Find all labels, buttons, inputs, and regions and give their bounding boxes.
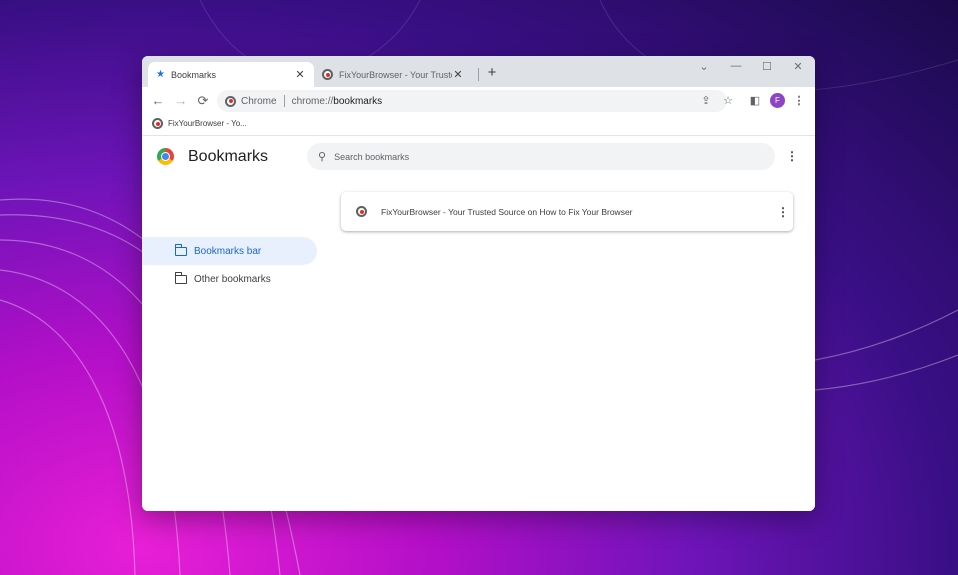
sidebar-item-other-bookmarks[interactable]: Other bookmarks (142, 265, 317, 293)
chrome-menu-icon[interactable]: ⋮ (792, 94, 806, 108)
sidebar-item-bookmarks-bar[interactable]: Bookmarks bar (142, 237, 317, 265)
more-actions-icon[interactable]: ⋮ (773, 205, 793, 219)
chrome-chip: Chrome (241, 95, 277, 107)
back-button[interactable]: ← (150, 93, 166, 109)
sidebar-item-label: Other bookmarks (194, 273, 271, 285)
bookmarks-bar-item-label: FixYourBrowser - Yo... (168, 119, 247, 128)
search-icon: ⚲ (318, 151, 327, 163)
close-tab-icon[interactable]: ✕ (452, 68, 464, 81)
url-path: bookmarks (333, 95, 383, 107)
chrome-logo-icon (157, 148, 174, 165)
bookmark-item[interactable]: FixYourBrowser - Your Trusted Source on … (341, 192, 793, 231)
reload-button[interactable]: ⟳ (195, 93, 211, 109)
toolbar: ← → ⟳ Chrome chrome://bookmarks ⇪ ☆ ◧ F … (142, 87, 815, 115)
bookmarks-bar-item[interactable]: FixYourBrowser - Yo... (152, 118, 247, 129)
close-window-button[interactable]: ✕ (790, 60, 806, 73)
bookmarks-bar: FixYourBrowser - Yo... (142, 115, 815, 136)
bookmark-title: FixYourBrowser - Your Trusted Source on … (381, 206, 633, 217)
close-tab-icon[interactable]: ✕ (294, 68, 306, 81)
side-panel-icon[interactable]: ◧ (748, 94, 762, 108)
chrome-page-icon (225, 95, 236, 107)
fixyourbrowser-favicon (356, 206, 367, 217)
page-title: Bookmarks (188, 148, 269, 165)
sidebar-item-label: Bookmarks bar (194, 245, 262, 257)
folder-icon (174, 272, 187, 284)
bookmark-star-icon[interactable]: ☆ (721, 94, 735, 108)
star-icon: ★ (156, 69, 165, 80)
new-tab-button[interactable]: + (485, 64, 499, 82)
search-placeholder: Search bookmarks (334, 151, 410, 162)
tab-search-icon[interactable]: ⌄ (696, 60, 712, 73)
url-text: chrome://bookmarks (292, 96, 383, 107)
maximize-button[interactable]: ☐ (759, 60, 775, 73)
tab-title: Bookmarks (170, 69, 216, 80)
tab-separator (478, 68, 479, 81)
avatar[interactable]: F (770, 93, 785, 108)
omnibox-separator (283, 95, 285, 107)
page-menu-icon[interactable]: ⋮ (786, 148, 798, 164)
fixyourbrowser-favicon (152, 118, 163, 129)
folder-icon (174, 244, 187, 256)
fixyourbrowser-favicon (322, 69, 333, 80)
bookmarks-page: Bookmarks ⚲ Search bookmarks ⋮ Bookmarks… (142, 136, 815, 511)
url-scheme: chrome:// (291, 95, 334, 107)
tab-bookmarks[interactable]: ★ Bookmarks ✕ (148, 62, 314, 87)
search-bookmarks-input[interactable]: ⚲ Search bookmarks (307, 143, 775, 170)
address-bar[interactable]: Chrome chrome://bookmarks (217, 90, 727, 112)
browser-window: ★ Bookmarks ✕ FixYourBrowser - Your Trus… (142, 56, 815, 511)
tab-fixyourbrowser[interactable]: FixYourBrowser - Your Trusted Sc ✕ (314, 62, 472, 87)
share-icon[interactable]: ⇪ (699, 94, 713, 108)
minimize-button[interactable]: — (728, 60, 744, 72)
tab-strip: ★ Bookmarks ✕ FixYourBrowser - Your Trus… (142, 56, 815, 87)
tab-title: FixYourBrowser - Your Trusted Sc (339, 69, 452, 80)
forward-button[interactable]: → (173, 93, 189, 109)
